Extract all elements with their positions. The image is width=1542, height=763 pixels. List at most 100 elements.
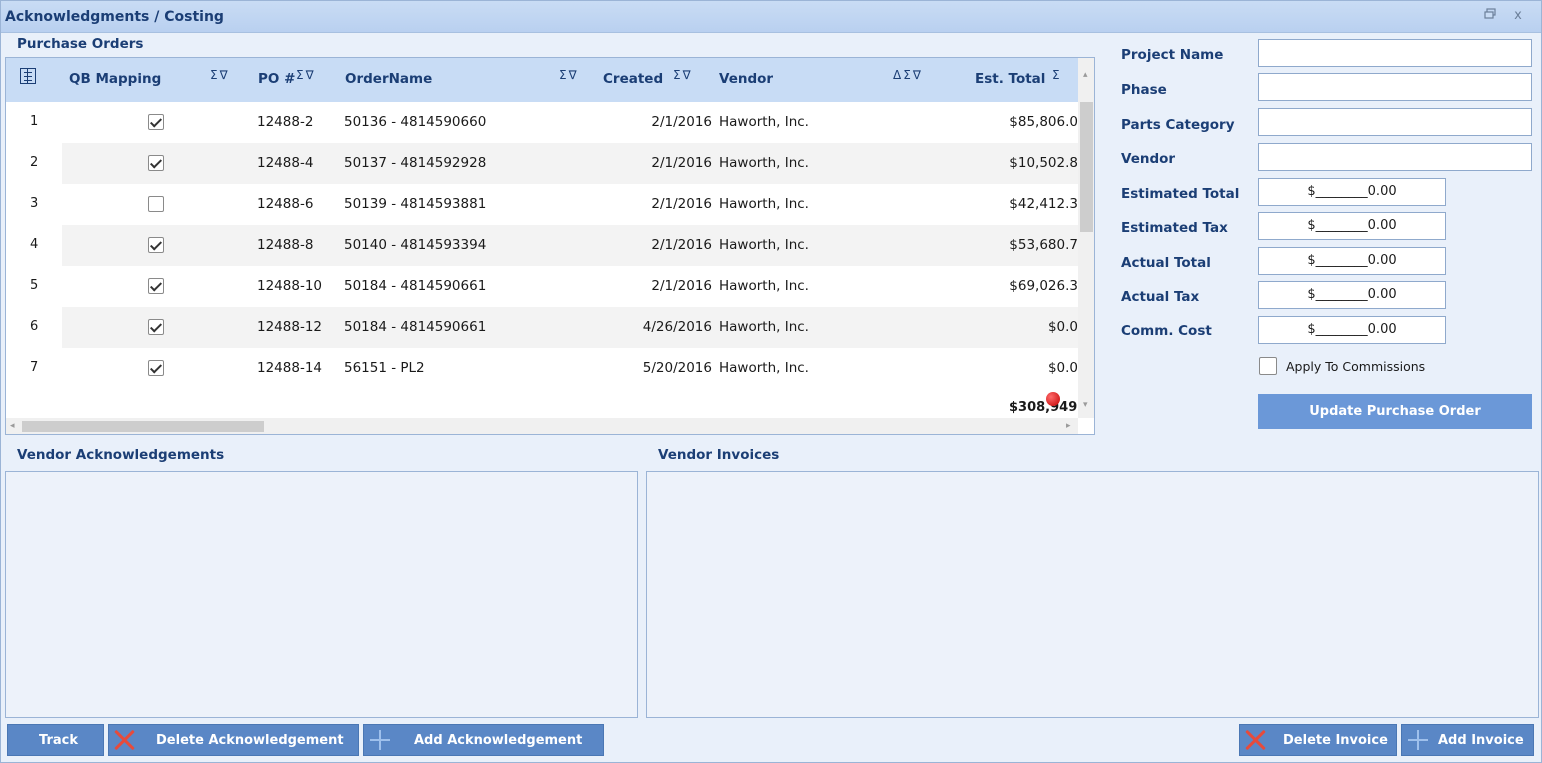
error-indicator-icon [1046, 392, 1060, 406]
sum-icon[interactable]: Σ [673, 68, 683, 82]
sort-ascending-icon[interactable]: Δ [893, 68, 903, 82]
sum-icon[interactable]: Σ [210, 68, 220, 82]
scroll-down-icon[interactable]: ▾ [1083, 400, 1088, 410]
qb-mapping-checkbox[interactable] [148, 237, 164, 253]
order-name-cell: 50136 - 4814590660 [344, 114, 487, 130]
est-total-cell: $85,806.0 [1009, 114, 1078, 130]
parts-category-label: Parts Category [1121, 117, 1235, 133]
column-header-order-name[interactable]: OrderName [345, 71, 432, 87]
table-row[interactable]: 7 12488-14 56151 - PL2 5/20/2016 Haworth… [6, 348, 1078, 389]
row-number-cell: 7 [6, 348, 62, 389]
column-header-po-number[interactable]: PO # [258, 71, 295, 87]
estimated-total-label: Estimated Total [1121, 186, 1240, 202]
column-header-est-total[interactable]: Est. Total [975, 71, 1045, 87]
vendor-acknowledgements-panel[interactable] [5, 471, 638, 718]
restore-icon[interactable] [1481, 8, 1499, 24]
column-chooser-icon[interactable] [20, 68, 36, 84]
po-number-cell: 12488-14 [257, 360, 322, 376]
qb-mapping-checkbox[interactable] [148, 155, 164, 171]
row-number: 1 [30, 114, 39, 129]
filter-icon[interactable]: ∇ [683, 68, 693, 82]
filter-icon[interactable]: ∇ [220, 68, 230, 82]
po-number-cell: 12488-8 [257, 237, 314, 253]
filter-icon[interactable]: ∇ [306, 68, 316, 82]
table-row[interactable]: 5 12488-10 50184 - 4814590661 2/1/2016 H… [6, 266, 1078, 307]
vendor-cell: Haworth, Inc. [719, 278, 809, 294]
scroll-right-icon[interactable]: ▸ [1066, 421, 1071, 431]
delete-invoice-label: Delete Invoice [1283, 733, 1388, 748]
table-row[interactable]: 1 12488-2 50136 - 4814590660 2/1/2016 Ha… [6, 102, 1078, 143]
sum-icon[interactable]: Σ [559, 68, 569, 82]
column-header-vendor[interactable]: Vendor [719, 71, 773, 87]
delete-invoice-button[interactable]: Delete Invoice [1239, 724, 1397, 756]
column-header-created[interactable]: Created [603, 71, 663, 87]
comm-cost-input[interactable]: $________0.00 [1258, 316, 1446, 344]
table-row[interactable]: 3 12488-6 50139 - 4814593881 2/1/2016 Ha… [6, 184, 1078, 225]
row-number-cell: 5 [6, 266, 62, 307]
order-name-header-icons[interactable]: Σ∇ [559, 68, 579, 82]
qb-mapping-checkbox[interactable] [148, 196, 164, 212]
created-cell: 2/1/2016 [651, 155, 712, 171]
estimated-tax-input[interactable]: $________0.00 [1258, 212, 1446, 240]
sum-icon[interactable]: Σ [1052, 68, 1062, 82]
acknowledgments-costing-window: Acknowledgments / Costing x Purchase Ord… [0, 0, 1542, 763]
qb-mapping-header-icons[interactable]: Σ∇ [210, 68, 230, 82]
po-number-header-icons[interactable]: Σ∇ [296, 68, 316, 82]
delete-icon [1244, 728, 1268, 752]
order-name-cell: 50184 - 4814590661 [344, 278, 487, 294]
filter-icon[interactable]: ∇ [913, 68, 923, 82]
estimated-total-input[interactable]: $________0.00 [1258, 178, 1446, 206]
actual-tax-input[interactable]: $________0.00 [1258, 281, 1446, 309]
table-row[interactable]: 4 12488-8 50140 - 4814593394 2/1/2016 Ha… [6, 225, 1078, 266]
vertical-scroll-thumb[interactable] [1080, 102, 1093, 232]
actual-total-input[interactable]: $________0.00 [1258, 247, 1446, 275]
est-total-header-icons[interactable]: Σ [1052, 68, 1062, 82]
vendor-cell: Haworth, Inc. [719, 319, 809, 335]
close-icon[interactable]: x [1509, 8, 1527, 24]
horizontal-scroll-thumb[interactable] [22, 421, 264, 432]
sum-icon[interactable]: Σ [903, 68, 913, 82]
vendor-header-icons[interactable]: ΔΣ∇ [893, 68, 923, 82]
vendor-invoices-panel[interactable] [646, 471, 1539, 718]
created-header-icons[interactable]: Σ∇ [673, 68, 693, 82]
po-number-cell: 12488-4 [257, 155, 314, 171]
vendor-invoices-title: Vendor Invoices [658, 447, 780, 463]
parts-category-input[interactable] [1258, 108, 1532, 136]
actual-total-label: Actual Total [1121, 255, 1211, 271]
scroll-up-icon[interactable]: ▴ [1083, 70, 1088, 80]
order-name-cell: 50137 - 4814592928 [344, 155, 487, 171]
est-total-cell: $69,026.3 [1009, 278, 1078, 294]
update-purchase-order-button[interactable]: Update Purchase Order [1258, 394, 1532, 429]
track-button-label: Track [39, 733, 78, 748]
row-number: 4 [30, 237, 39, 252]
vendor-input[interactable] [1258, 143, 1532, 171]
qb-mapping-checkbox[interactable] [148, 114, 164, 130]
phase-input[interactable] [1258, 73, 1532, 101]
phase-label: Phase [1121, 82, 1167, 98]
vertical-scrollbar[interactable]: ▴ ▾ [1078, 58, 1094, 418]
title-bar: Acknowledgments / Costing x [1, 1, 1541, 33]
est-total-cell: $53,680.7 [1009, 237, 1078, 253]
qb-mapping-checkbox[interactable] [148, 360, 164, 376]
qb-mapping-checkbox[interactable] [148, 278, 164, 294]
vendor-cell: Haworth, Inc. [719, 114, 809, 130]
qb-mapping-checkbox[interactable] [148, 319, 164, 335]
sum-icon[interactable]: Σ [296, 68, 306, 82]
filter-icon[interactable]: ∇ [569, 68, 579, 82]
table-row[interactable]: 6 12488-12 50184 - 4814590661 4/26/2016 … [6, 307, 1078, 348]
track-button[interactable]: Track [7, 724, 104, 756]
horizontal-scrollbar[interactable]: ◂ ▸ [6, 418, 1078, 434]
vendor-cell: Haworth, Inc. [719, 360, 809, 376]
table-row[interactable]: 2 12488-4 50137 - 4814592928 2/1/2016 Ha… [6, 143, 1078, 184]
project-name-input[interactable] [1258, 39, 1532, 67]
order-name-cell: 50139 - 4814593881 [344, 196, 487, 212]
est-total-cell: $10,502.8 [1009, 155, 1078, 171]
apply-to-commissions-checkbox[interactable] [1259, 357, 1277, 375]
scroll-left-icon[interactable]: ◂ [10, 421, 15, 431]
column-header-qb-mapping[interactable]: QB Mapping [69, 71, 161, 87]
order-name-cell: 50184 - 4814590661 [344, 319, 487, 335]
add-acknowledgement-button[interactable]: Add Acknowledgement [363, 724, 604, 756]
add-invoice-button[interactable]: Add Invoice [1401, 724, 1534, 756]
order-name-cell: 56151 - PL2 [344, 360, 425, 376]
delete-acknowledgement-button[interactable]: Delete Acknowledgement [108, 724, 359, 756]
